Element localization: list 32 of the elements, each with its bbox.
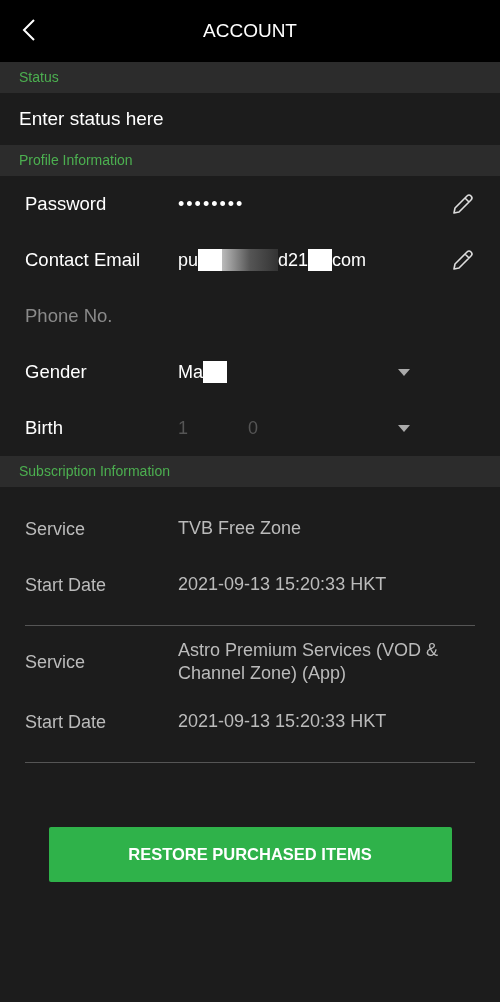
section-header: Profile Information	[0, 145, 500, 176]
password-value: ••••••••	[178, 192, 245, 216]
redaction-block	[203, 361, 227, 383]
email-fragment: d21	[278, 248, 309, 272]
edit-icon[interactable]	[451, 192, 475, 216]
field-label: Contact Email	[25, 248, 142, 273]
restore-button[interactable]: RESTORE PURCHASED ITEMS	[48, 827, 452, 882]
select-value[interactable]: Ma	[178, 358, 203, 386]
section-header: Subscription Information	[0, 456, 500, 487]
field-label: Service	[25, 650, 87, 674]
field-label: Gender	[25, 360, 88, 385]
field-value: 2021-09-13 15:20:33 HKT	[178, 573, 388, 597]
field-value: Astro Premium Services (VOD & Channel Zone) (App)	[178, 638, 440, 685]
dropdown-caret-icon[interactable]	[398, 424, 410, 432]
select-value[interactable]: 1	[178, 414, 188, 442]
field-label: Password	[25, 192, 108, 217]
field-value: 2021-09-13 15:20:33 HKT	[178, 710, 388, 734]
field-label: Phone No.	[25, 304, 114, 329]
email-fragment: pu	[178, 248, 199, 272]
email-fragment: com	[332, 248, 367, 272]
field-label: Start Date	[25, 710, 108, 734]
field-label: Birth	[25, 416, 65, 441]
page-title: ACCOUNT	[203, 18, 297, 43]
back-icon[interactable]	[22, 17, 36, 42]
field-label: Start Date	[25, 573, 108, 597]
edit-icon[interactable]	[451, 248, 475, 272]
section-header: Status	[0, 62, 500, 93]
redaction-block	[308, 249, 333, 271]
dropdown-caret-icon[interactable]	[398, 368, 410, 376]
field-label: Service	[25, 517, 87, 541]
select-value[interactable]: 0	[248, 414, 259, 442]
field-value: TVB Free Zone	[178, 517, 303, 541]
